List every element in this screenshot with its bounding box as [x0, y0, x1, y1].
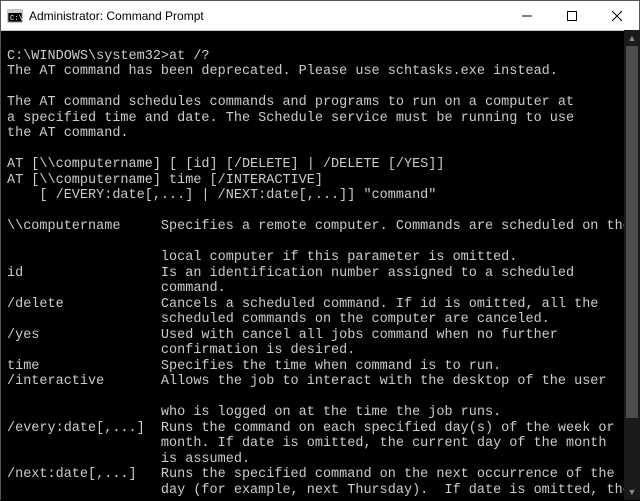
cmd-icon: C:\	[7, 8, 23, 24]
window-title: Administrator: Command Prompt	[29, 9, 504, 23]
prompt: C:\WINDOWS\system32>	[7, 49, 169, 64]
svg-text:C:\: C:\	[10, 15, 23, 23]
minimize-button[interactable]	[504, 1, 549, 30]
scroll-track[interactable]	[624, 46, 640, 484]
maximize-button[interactable]	[549, 1, 594, 30]
output-lines: The AT command has been deprecated. Plea…	[7, 64, 635, 498]
scroll-up-arrow[interactable]: ▲	[624, 30, 640, 46]
vertical-scrollbar[interactable]: ▲ ▼	[624, 30, 640, 500]
typed-command: at /?	[169, 49, 210, 64]
terminal-output[interactable]: C:\WINDOWS\system32>at /? The AT command…	[1, 31, 639, 501]
scroll-thumb[interactable]	[626, 46, 638, 418]
scroll-down-arrow[interactable]: ▼	[624, 484, 640, 500]
window-controls	[504, 1, 639, 30]
window-titlebar: C:\ Administrator: Command Prompt	[1, 1, 639, 31]
close-button[interactable]	[594, 1, 639, 30]
